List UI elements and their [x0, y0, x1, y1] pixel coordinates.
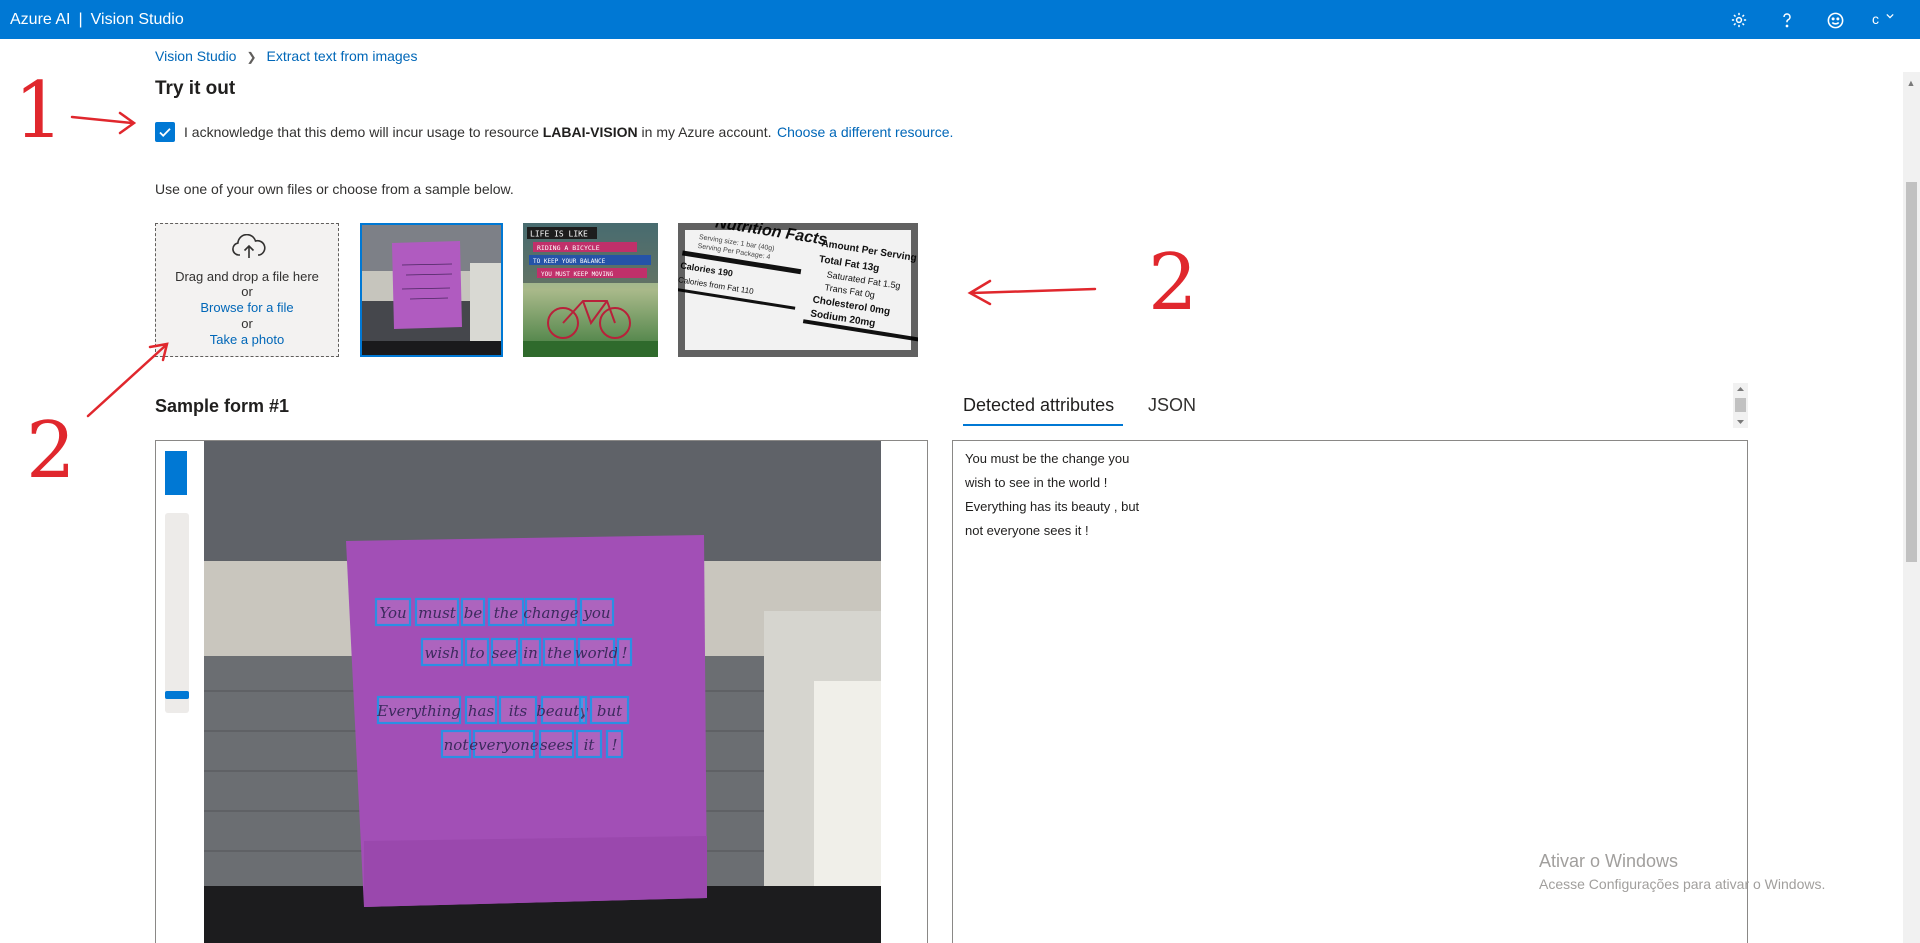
handwritten-word: !	[621, 644, 627, 662]
checkmark-icon	[159, 128, 171, 137]
sample-thumbnail-nutrition[interactable]: Nutrition Facts Amount Per Serving Servi…	[678, 223, 918, 357]
file-dropzone[interactable]: Drag and drop a file here or Browse for …	[155, 223, 339, 357]
thumb-text-riding: RIDING A BICYCLE	[537, 244, 600, 252]
help-question-icon[interactable]	[1775, 8, 1799, 32]
app-brand[interactable]: Azure AI | Vision Studio	[10, 0, 184, 39]
thumb-text-moving: YOU MUST KEEP MOVING	[541, 271, 614, 278]
watermark-title: Ativar o Windows	[1539, 851, 1679, 871]
detected-line: wish to see in the world !	[965, 475, 1108, 490]
breadcrumb: Vision Studio ❯ Extract text from images	[155, 48, 417, 64]
top-bar: Azure AI | Vision Studio c	[0, 0, 1920, 39]
breadcrumb-vision-studio[interactable]: Vision Studio	[155, 48, 236, 64]
tab-detected-attributes[interactable]: Detected attributes	[963, 395, 1114, 416]
zoom-in-button[interactable]	[165, 451, 187, 473]
page-scrollbar-thumb[interactable]	[1906, 182, 1917, 562]
dropzone-or-text: or	[241, 284, 253, 299]
cloud-upload-icon	[232, 234, 266, 258]
bicycle-thumbnail-image: LIFE IS LIKE RIDING A BICYCLE TO KEEP YO…	[523, 223, 658, 357]
detected-line: not everyone sees it !	[965, 523, 1089, 538]
handwritten-word: change	[523, 604, 578, 622]
handwritten-word: see	[492, 644, 518, 662]
handwritten-word: ,	[581, 702, 586, 720]
tabs-scroll-arrows-icon	[1735, 387, 1746, 424]
handwritten-word: everyone	[469, 736, 539, 754]
handwritten-word: Everything	[376, 702, 461, 720]
sample-thumbnail-sticky-note[interactable]	[360, 223, 503, 357]
analyzed-photo: You must be the change you wish to see in the world…	[204, 441, 881, 943]
annotation-number-2-samples: 2	[1148, 238, 1198, 328]
thumb-text-life: LIFE IS LIKE	[530, 230, 588, 239]
handwritten-word: world	[575, 644, 618, 662]
resource-name: LABAI-VISION	[542, 124, 638, 140]
handwritten-word: You	[379, 604, 406, 622]
active-tab-indicator	[963, 424, 1123, 426]
handwritten-word: wish	[425, 644, 460, 662]
nutrition-label-thumbnail-image: Nutrition Facts Amount Per Serving Servi…	[678, 223, 918, 357]
breadcrumb-extract-text[interactable]: Extract text from images	[267, 48, 418, 64]
handwritten-word: !	[611, 736, 617, 754]
handwritten-word: in	[523, 644, 537, 662]
handwritten-word: but	[597, 702, 623, 720]
handwritten-word: you	[582, 604, 610, 622]
user-account[interactable]: c	[1872, 0, 1879, 39]
sample-thumbnail-bicycle[interactable]: LIFE IS LIKE RIDING A BICYCLE TO KEEP YO…	[523, 223, 658, 357]
sticky-note-thumbnail-image	[360, 223, 503, 357]
zoom-out-button[interactable]	[165, 473, 187, 495]
annotation-number-2-dropzone: 2	[26, 406, 76, 496]
browse-file-link[interactable]: Browse for a file	[156, 300, 338, 315]
handwritten-word: it	[584, 736, 596, 754]
tab-json[interactable]: JSON	[1148, 395, 1196, 416]
sample-form-title: Sample form #1	[155, 396, 290, 416]
handwritten-word: its	[509, 702, 528, 720]
thumb-text-balance: TO KEEP YOUR BALANCE	[533, 258, 606, 265]
dropzone-drag-text: Drag and drop a file here	[175, 269, 319, 284]
handwritten-word: be	[464, 604, 483, 622]
windows-activation-watermark: Ativar o Windows Acesse Configurações pa…	[1539, 851, 1825, 892]
zoom-slider-thumb[interactable]	[165, 691, 189, 699]
page-title: Try it out	[155, 78, 236, 99]
handwritten-word: sees	[540, 736, 573, 754]
dropzone-or-text-2: or	[241, 316, 253, 331]
brand-separator: |	[78, 11, 83, 28]
handwritten-word: has	[468, 702, 495, 720]
image-preview-panel: You must be the change you wish to see in the world…	[155, 440, 928, 943]
scroll-up-icon[interactable]: ▲	[1905, 78, 1917, 88]
handwritten-word: the	[547, 644, 572, 662]
product-name: Vision Studio	[90, 11, 184, 28]
detected-line: Everything has its beauty , but	[965, 499, 1140, 514]
sample-instruction: Use one of your own files or choose from…	[155, 181, 514, 197]
acknowledge-text: I acknowledge that this demo will incur …	[184, 124, 772, 140]
zoom-slider[interactable]	[165, 513, 189, 713]
brand-name: Azure AI	[10, 11, 71, 28]
take-photo-link[interactable]: Take a photo	[156, 332, 338, 347]
chevron-down-icon[interactable]	[1886, 12, 1894, 20]
breadcrumb-chevron-icon: ❯	[246, 50, 257, 64]
feedback-smiley-icon[interactable]	[1823, 8, 1847, 32]
handwritten-word: to	[469, 644, 484, 662]
watermark-subtitle: Acesse Configurações para ativar o Windo…	[1539, 876, 1826, 892]
handwritten-word: not	[444, 736, 470, 754]
detected-line: You must be the change you	[965, 451, 1130, 466]
annotation-number-1: 1	[14, 66, 64, 156]
handwritten-word: the	[494, 604, 519, 622]
choose-resource-link[interactable]: Choose a different resource.	[777, 124, 953, 140]
handwritten-word: must	[418, 604, 457, 622]
acknowledge-checkbox[interactable]	[155, 122, 175, 142]
settings-gear-icon[interactable]	[1727, 8, 1751, 32]
sticky-note-photo: You must be the change youwish to see in the world…	[204, 441, 881, 943]
tabs-scrollbar[interactable]	[1733, 383, 1748, 428]
